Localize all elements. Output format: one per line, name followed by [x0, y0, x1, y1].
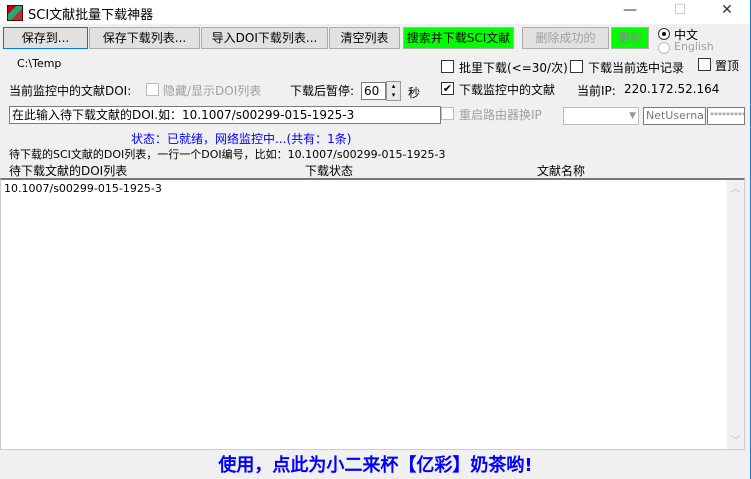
import-list-button[interactable]: 导入DOI下载列表... [201, 27, 328, 49]
download-monitored-checkbox[interactable]: ✔ [441, 82, 454, 95]
save-to-button[interactable]: 保存到... [3, 27, 88, 49]
save-list-button[interactable]: 保存下载列表... [89, 27, 200, 49]
batch-checkbox[interactable] [441, 60, 454, 73]
restart-router-label: 重启路由器换IP [459, 108, 542, 122]
topmost-checkbox[interactable] [698, 58, 711, 71]
title-bar: SCI文献批量下载神器 — ☐ ✕ [0, 0, 751, 24]
restart-router-checkbox[interactable] [441, 107, 454, 120]
vertical-scrollbar[interactable]: ︿ ﹀ [727, 180, 744, 449]
toggle-list-checkbox[interactable] [146, 83, 159, 96]
list-item[interactable]: 10.1007/s00299-015-1925-3 [4, 182, 162, 195]
update-button[interactable]: 更新 [611, 27, 649, 49]
close-button[interactable]: ✕ [712, 2, 742, 22]
download-selected-checkbox[interactable] [570, 60, 583, 73]
doi-list[interactable]: 10.1007/s00299-015-1925-3 ︿ ﹀ [0, 178, 745, 450]
chevron-down-icon: ▼ [629, 111, 636, 121]
pause-input[interactable]: 60 [361, 82, 386, 100]
scroll-down-icon[interactable]: ﹀ [727, 432, 744, 447]
download-monitored-label: 下载监控中的文献 [459, 83, 556, 97]
scroll-up-icon[interactable]: ︿ [727, 180, 744, 195]
monitor-label: 当前监控中的文献DOI: [9, 84, 132, 98]
status-text: 状态：已就绪，网络监控中...(共有：1条) [131, 132, 352, 146]
english-label: English [674, 40, 714, 53]
topmost-label: 置顶 [715, 59, 740, 73]
batch-label: 批里下载(<=30/次) [459, 61, 568, 75]
router-select[interactable]: ▼ [563, 107, 639, 125]
pause-label: 下载后暂停: [290, 84, 355, 98]
column-header-doi: 待下载文献的DOI列表 [9, 164, 128, 178]
hint-text: 待下载的SCI文献的DOI列表，一行一个DOI编号，比如：10.1007/s00… [9, 148, 446, 161]
ip-label: 当前IP: [577, 84, 616, 98]
window-title: SCI文献批量下载神器 [28, 8, 154, 23]
minimize-button[interactable]: — [615, 2, 645, 22]
chinese-radio[interactable] [658, 28, 670, 40]
save-path: C:\Temp [17, 57, 62, 70]
delete-success-button[interactable]: 删除成功的 [522, 27, 609, 49]
ip-value: 220.172.52.164 [624, 82, 720, 96]
app-icon [7, 5, 23, 21]
pause-spinner[interactable]: ▴ ▾ [386, 81, 401, 101]
column-header-status: 下载状态 [305, 164, 354, 178]
seconds-label: 秒 [408, 86, 421, 100]
router-password-input[interactable]: ********* [707, 107, 745, 125]
router-username-input[interactable]: NetUsernam [643, 107, 706, 125]
doi-input[interactable]: 在此输入待下载文献的DOI.如：10.1007/s00299-015-1925-… [9, 106, 441, 124]
toggle-list-label: 隐藏/显示DOI列表 [163, 84, 262, 98]
download-selected-label: 下载当前选中记录 [588, 61, 685, 75]
english-radio[interactable] [658, 42, 670, 54]
column-header-title: 文献名称 [537, 164, 586, 178]
search-download-button[interactable]: 搜索并下载SCI文献 [403, 27, 514, 49]
footer-donate-link[interactable]: 使用，点此为小二来杯【亿彩】奶茶哟! [0, 451, 751, 477]
maximize-button[interactable]: ☐ [665, 2, 695, 22]
clear-list-button[interactable]: 清空列表 [329, 27, 400, 49]
